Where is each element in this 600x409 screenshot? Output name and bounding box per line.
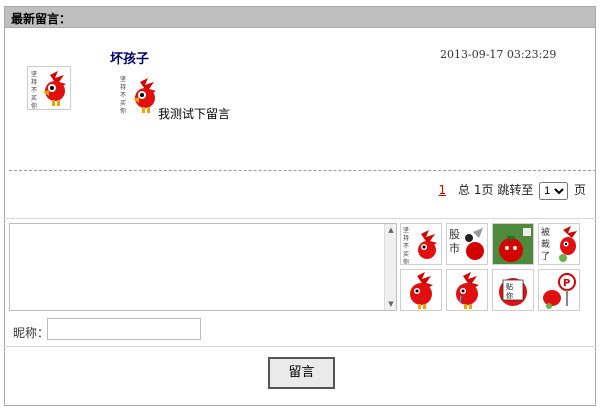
panel-titlebar: 最新留言：	[4, 6, 596, 28]
svg-text:你: 你	[120, 107, 126, 115]
emoticon-tie-ni[interactable]: 贴你	[492, 269, 534, 311]
panel-title: 最新留言：	[11, 12, 72, 26]
scroll-down-icon[interactable]: ▼	[386, 299, 396, 309]
pagination-total-pages: 1页	[473, 183, 494, 197]
scroll-up-icon[interactable]: ▲	[386, 225, 396, 235]
svg-text:不: 不	[120, 92, 126, 99]
emoticon-bird-parking[interactable]: P	[538, 269, 580, 311]
svg-text:不: 不	[403, 243, 409, 250]
pagination-page-suffix: 页	[573, 183, 586, 197]
pagination: 1 总 1页 跳转至 1 页	[439, 181, 586, 200]
svg-text:被: 被	[541, 226, 550, 238]
svg-text:市: 市	[449, 241, 460, 255]
bird-crying-icon	[456, 272, 479, 309]
svg-text:坚: 坚	[31, 70, 37, 78]
nickname-input[interactable]	[47, 318, 201, 340]
svg-text:持: 持	[31, 78, 37, 86]
tomato-bomb-icon	[493, 224, 533, 264]
message-divider	[9, 170, 596, 171]
svg-text:不: 不	[31, 87, 37, 94]
pagination-current-page[interactable]: 1	[439, 183, 447, 197]
svg-text:坚: 坚	[120, 75, 126, 83]
svg-text:贴: 贴	[506, 282, 513, 291]
section-divider	[4, 218, 596, 219]
pagination-jump-label: 跳转至	[497, 183, 534, 197]
bei-cai-le-icon: 被裁了	[541, 226, 577, 262]
svg-text:买: 买	[403, 250, 409, 258]
tie-ni-icon: 贴你	[499, 278, 527, 306]
emoticon-bei-cai-le[interactable]: 被裁了	[538, 223, 580, 265]
emoticon-bird-sad[interactable]	[400, 269, 442, 311]
pagination-total-label: 总	[458, 183, 471, 197]
svg-text:持: 持	[120, 83, 126, 91]
bird-parking-icon: P	[543, 273, 576, 309]
red-bird-emoticon-icon: 坚 持 不 买 你	[120, 75, 156, 115]
page-jump-select[interactable]: 1	[539, 182, 569, 200]
message-textarea[interactable]: ▲ ▼	[9, 223, 397, 311]
form-divider	[4, 346, 596, 347]
message-author: 坏孩子	[110, 52, 150, 67]
avatar: 坚 持 不 买 你	[27, 66, 71, 110]
emoticon-red-tomato-bomb[interactable]	[492, 223, 534, 265]
stock-market-icon: 股市	[449, 228, 484, 260]
svg-text:股: 股	[449, 228, 460, 241]
emoticon-bird-crying[interactable]	[446, 269, 488, 311]
emoticon-bird-jianchi[interactable]: 坚持 不买你	[400, 223, 442, 265]
bird-sad-icon	[410, 272, 433, 309]
message-timestamp: 2013-09-17 03:23:29	[440, 48, 557, 61]
red-bird-avatar-icon: 坚 持 不 买 你	[31, 70, 66, 110]
svg-text:了: 了	[541, 251, 550, 262]
svg-text:坚: 坚	[403, 226, 409, 234]
submit-message-button[interactable]: 留言	[268, 357, 335, 389]
message-emoticon: 坚 持 不 买 你	[118, 72, 160, 116]
svg-text:买: 买	[31, 94, 37, 102]
svg-text:你: 你	[31, 102, 37, 109]
emoticon-stock-market[interactable]: 股市	[446, 223, 488, 265]
svg-text:买: 买	[120, 99, 126, 107]
svg-text:裁: 裁	[541, 238, 550, 250]
bird-jianchi-icon: 坚持 不买你	[403, 226, 437, 264]
svg-text:持: 持	[403, 234, 409, 242]
nickname-label: 昵称：	[13, 326, 50, 340]
message-text: 我测试下留言	[158, 107, 231, 121]
textarea-scrollbar[interactable]: ▲ ▼	[384, 224, 396, 310]
svg-text:你: 你	[403, 258, 409, 264]
svg-text:你: 你	[506, 291, 513, 300]
svg-text:P: P	[563, 278, 570, 289]
